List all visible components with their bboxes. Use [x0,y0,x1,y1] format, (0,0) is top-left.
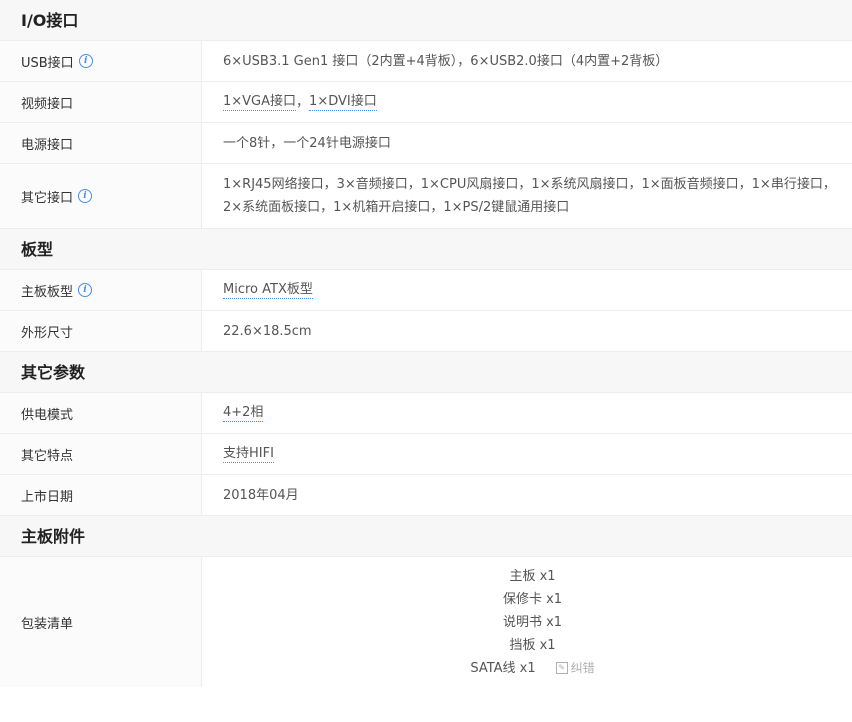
board-type-link[interactable]: Micro ATX板型 [223,281,313,299]
spec-label-size: 外形尺寸 [0,311,202,351]
vga-link[interactable]: 1×VGA接口 [223,93,297,111]
package-item-text: 挡板 x1 [509,637,556,653]
spec-row-package: 包装清单 主板 x1 保修卡 x1 说明书 x1 挡板 x1 SATA线 x1 … [0,557,852,687]
usb-label-text: USB接口 [21,55,74,71]
package-list: 主板 x1 保修卡 x1 说明书 x1 挡板 x1 SATA线 x1 ✎ 纠错 [202,557,852,687]
spec-value-size: 22.6×18.5cm [223,323,312,339]
spec-label-board-type: 主板板型 i [0,270,202,310]
spec-row-usb: USB接口 i 6×USB3.1 Gen1 接口（2内置+4背板），6×USB2… [0,41,852,82]
spec-row-power-mode: 供电模式 4+2相 [0,393,852,434]
package-item: 保修卡 x1 [503,588,562,611]
section-title-other: 其它参数 [0,352,852,393]
spec-row-video: 视频接口 1×VGA接口 ， 1×DVI接口 [0,82,852,123]
edit-icon: ✎ [555,662,568,674]
package-item: 主板 x1 [509,565,555,588]
power-mode-link[interactable]: 4+2相 [223,404,264,422]
package-item-text: SATA线 x1 [470,660,536,676]
package-item: SATA线 x1 ✎ 纠错 [470,657,594,680]
package-item: 说明书 x1 [503,611,562,634]
spec-value-features: 支持HIFI [202,434,852,474]
dvi-link[interactable]: 1×DVI接口 [309,93,377,111]
features-link[interactable]: 支持HIFI [223,445,274,463]
package-item-text: 主板 x1 [509,568,556,584]
spec-row-features: 其它特点 支持HIFI [0,434,852,475]
spec-label-features: 其它特点 [0,434,202,474]
package-item-text: 保修卡 x1 [502,591,563,607]
section-title-accessories: 主板附件 [0,516,852,557]
spec-row-release: 上市日期 2018年04月 [0,475,852,516]
spec-label-other-ports: 其它接口 i [0,164,202,228]
spec-table: I/O接口 USB接口 i 6×USB3.1 Gen1 接口（2内置+4背板），… [0,0,852,687]
spec-row-power: 电源接口 一个8针，一个24针电源接口 [0,123,852,164]
spec-value-power-mode: 4+2相 [202,393,852,433]
fix-error-label: 纠错 [570,660,595,675]
spec-label-power-mode: 供电模式 [0,393,202,433]
spec-value-power: 一个8针，一个24针电源接口 [223,135,391,151]
info-icon[interactable]: i [78,189,93,203]
info-icon[interactable]: i [78,283,93,297]
other-ports-label-text: 其它接口 [21,190,74,206]
spec-row-board-type: 主板板型 i Micro ATX板型 [0,270,852,311]
spec-value-video: 1×VGA接口 ， 1×DVI接口 [202,82,852,122]
spec-row-other-ports: 其它接口 i 1×RJ45网络接口，3×音频接口，1×CPU风扇接口，1×系统风… [0,164,852,229]
video-separator: ， [296,94,310,110]
section-title-board: 板型 [0,229,852,270]
spec-label-video: 视频接口 [0,82,202,122]
fix-error-link[interactable]: ✎ 纠错 [555,657,595,680]
spec-value-release: 2018年04月 [223,487,299,503]
section-title-io: I/O接口 [0,0,852,41]
spec-label-package: 包装清单 [0,557,202,687]
board-type-label-text: 主板板型 [21,284,74,300]
spec-label-usb: USB接口 i [0,41,202,81]
spec-value-board-type: Micro ATX板型 [202,270,852,310]
package-item-text: 说明书 x1 [502,614,563,630]
info-icon[interactable]: i [78,54,93,68]
spec-label-release: 上市日期 [0,475,202,515]
spec-label-power: 电源接口 [0,123,202,163]
spec-value-usb: 6×USB3.1 Gen1 接口（2内置+4背板），6×USB2.0接口（4内置… [223,53,669,69]
spec-row-size: 外形尺寸 22.6×18.5cm [0,311,852,352]
package-item: 挡板 x1 [509,634,555,657]
spec-value-other-ports: 1×RJ45网络接口，3×音频接口，1×CPU风扇接口，1×系统风扇接口，1×面… [223,177,836,215]
